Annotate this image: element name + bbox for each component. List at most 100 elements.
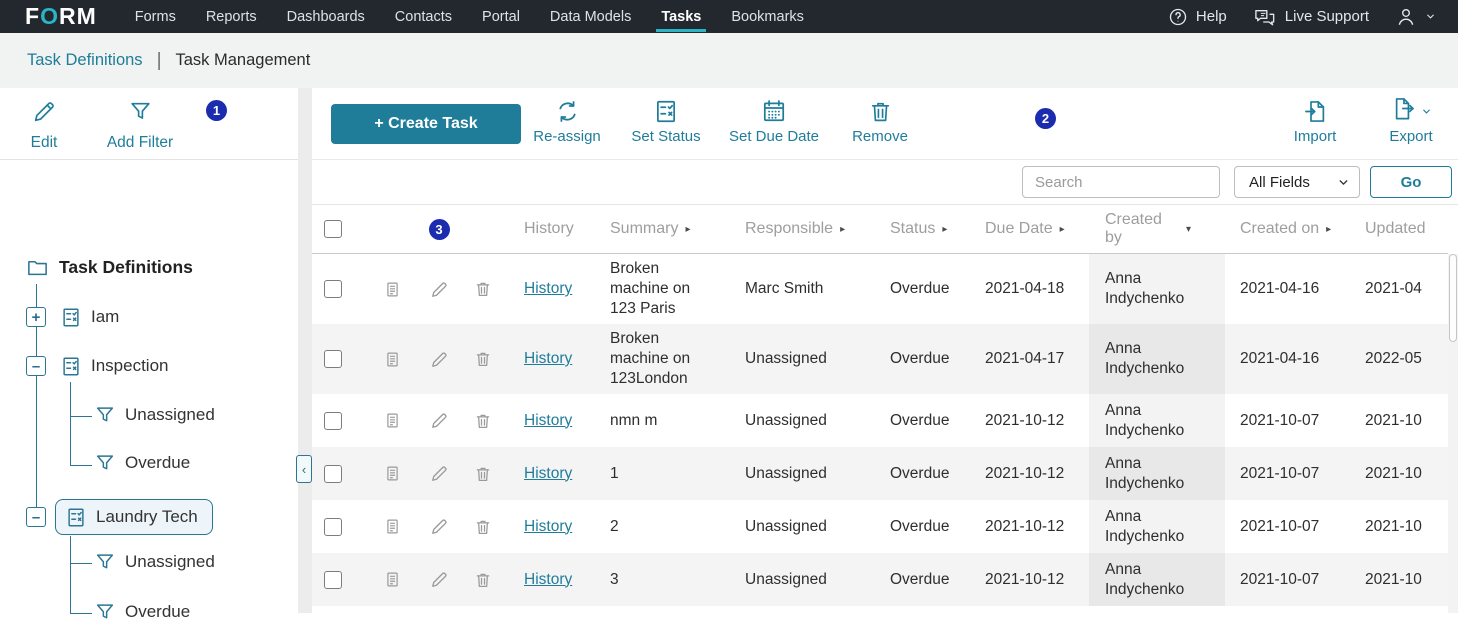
account-menu[interactable]	[1395, 6, 1436, 28]
cell-status: Overdue	[874, 500, 969, 553]
cell-created-by: Anna Indychenko	[1089, 447, 1225, 500]
delete-row-icon[interactable]	[474, 412, 492, 430]
tree-item-iam[interactable]: + Iam	[26, 306, 119, 328]
task-details-icon[interactable]	[384, 465, 401, 482]
column-header-created-by[interactable]: Created by▾	[1089, 205, 1225, 253]
delete-row-icon[interactable]	[474, 518, 492, 536]
form-logo[interactable]: FORM	[25, 3, 97, 30]
scrollbar-thumb[interactable]	[1449, 254, 1457, 342]
remove-label: Remove	[852, 128, 908, 145]
search-input[interactable]	[1022, 166, 1220, 198]
breadcrumb-task-definitions[interactable]: Task Definitions	[27, 51, 143, 70]
nav-item-bookmarks[interactable]: Bookmarks	[731, 0, 804, 33]
add-filter-label: Add Filter	[107, 134, 173, 152]
selected-tree-item[interactable]: Laundry Tech	[55, 499, 213, 535]
nav-item-forms[interactable]: Forms	[135, 0, 176, 33]
export-button[interactable]: Export	[1361, 97, 1458, 145]
column-header-summary[interactable]: Summary ▸	[592, 205, 728, 253]
add-filter-button[interactable]: Add Filter	[97, 99, 183, 152]
edit-button[interactable]: Edit	[18, 99, 70, 152]
reassign-button[interactable]: Re-assign	[517, 97, 617, 145]
nav-item-reports[interactable]: Reports	[206, 0, 257, 33]
create-task-button[interactable]: + Create Task	[331, 104, 521, 144]
page-title: Task Management	[176, 51, 311, 70]
tree-root-task-definitions[interactable]: Task Definitions	[26, 256, 193, 279]
task-details-icon[interactable]	[384, 351, 401, 368]
history-link[interactable]: History	[524, 517, 572, 537]
search-field-select[interactable]: All Fields	[1234, 166, 1360, 198]
table-row: History nmn m Unassigned Overdue 2021-10…	[312, 394, 1448, 447]
row-checkbox[interactable]	[324, 518, 342, 536]
nav-item-contacts[interactable]: Contacts	[395, 0, 452, 33]
row-checkbox[interactable]	[324, 465, 342, 483]
nav-item-data-models[interactable]: Data Models	[550, 0, 631, 33]
person-icon	[1395, 6, 1417, 28]
task-details-icon[interactable]	[384, 571, 401, 588]
row-checkbox[interactable]	[324, 280, 342, 298]
vertical-scrollbar[interactable]	[1448, 254, 1458, 613]
nav-item-dashboards[interactable]: Dashboards	[287, 0, 365, 33]
go-button[interactable]: Go	[1370, 166, 1452, 198]
cell-status: Overdue	[874, 324, 969, 394]
column-header-created-on[interactable]: Created on▸	[1225, 205, 1351, 253]
history-link[interactable]: History	[524, 349, 572, 369]
import-button[interactable]: Import	[1265, 97, 1365, 145]
history-link[interactable]: History	[524, 411, 572, 431]
column-label: Status	[890, 220, 935, 238]
task-details-icon[interactable]	[384, 412, 401, 429]
column-label: Updated	[1365, 220, 1426, 238]
delete-row-icon[interactable]	[474, 571, 492, 589]
callout-badge-2: 2	[1035, 108, 1056, 129]
row-checkbox[interactable]	[324, 412, 342, 430]
edit-row-icon[interactable]	[430, 411, 449, 430]
tree-filter-inspection-unassigned[interactable]: Unassigned	[94, 404, 215, 426]
edit-row-icon[interactable]	[430, 517, 449, 536]
row-checkbox[interactable]	[324, 571, 342, 589]
select-all-checkbox[interactable]	[324, 220, 342, 238]
edit-row-icon[interactable]	[430, 570, 449, 589]
column-header-status[interactable]: Status▸	[874, 205, 969, 253]
column-header-updated[interactable]: Updated	[1351, 205, 1448, 253]
sort-right-icon: ▸	[685, 224, 690, 235]
funnel-icon	[94, 452, 116, 474]
history-link[interactable]: History	[524, 570, 572, 590]
expand-icon[interactable]: +	[26, 307, 46, 327]
cell-summary: 3	[592, 553, 728, 606]
column-label: Summary	[610, 220, 678, 238]
delete-row-icon[interactable]	[474, 280, 492, 298]
tree-item-label: Inspection	[91, 356, 169, 376]
edit-row-icon[interactable]	[430, 464, 449, 483]
tree-filter-laundry-overdue[interactable]: Overdue	[94, 601, 190, 623]
nav-item-portal[interactable]: Portal	[482, 0, 520, 33]
cell-created-on: 2021-04-16	[1225, 324, 1351, 394]
history-link[interactable]: History	[524, 279, 572, 299]
cell-created-on: 2021-10-07	[1225, 447, 1351, 500]
help-button[interactable]: Help	[1168, 7, 1227, 27]
circular-arrows-icon	[554, 97, 581, 125]
row-checkbox[interactable]	[324, 350, 342, 368]
task-details-icon[interactable]	[384, 518, 401, 535]
set-status-button[interactable]: Set Status	[616, 97, 716, 145]
cell-updated: 2021-10	[1351, 500, 1448, 553]
column-header-responsible[interactable]: Responsible▸	[728, 205, 874, 253]
collapse-icon[interactable]: –	[26, 356, 46, 376]
cell-updated: 2021-10	[1351, 394, 1448, 447]
cell-responsible: Unassigned	[728, 394, 874, 447]
tree-item-laundry-tech-selected[interactable]: – Laundry Tech	[26, 499, 213, 535]
tree-item-inspection[interactable]: – Inspection	[26, 355, 169, 377]
sidebar-collapse-button[interactable]: ‹	[296, 455, 312, 483]
tree-filter-laundry-unassigned[interactable]: Unassigned	[94, 551, 215, 573]
edit-row-icon[interactable]	[430, 280, 449, 299]
task-details-icon[interactable]	[384, 281, 401, 298]
set-due-date-button[interactable]: Set Due Date	[724, 97, 824, 145]
nav-item-tasks[interactable]: Tasks	[661, 0, 701, 33]
delete-row-icon[interactable]	[474, 465, 492, 483]
live-support-button[interactable]: Live Support	[1253, 7, 1369, 27]
delete-row-icon[interactable]	[474, 350, 492, 368]
remove-button[interactable]: Remove	[830, 97, 930, 145]
collapse-icon[interactable]: –	[26, 507, 46, 527]
edit-row-icon[interactable]	[430, 350, 449, 369]
tree-filter-inspection-overdue[interactable]: Overdue	[94, 452, 190, 474]
column-header-due-date[interactable]: Due Date▸	[969, 205, 1089, 253]
history-link[interactable]: History	[524, 464, 572, 484]
